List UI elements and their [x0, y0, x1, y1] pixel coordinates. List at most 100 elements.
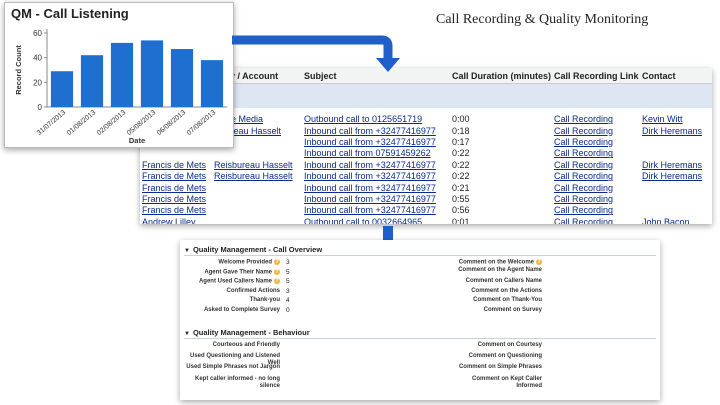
- help-icon[interactable]: ?: [274, 268, 280, 275]
- field-label-text: Kept caller informed - no long silence: [194, 376, 280, 389]
- cell-contact[interactable]: John Bacon: [640, 217, 712, 224]
- cell-user[interactable]: Francis de Mets: [140, 160, 212, 171]
- cell-contact[interactable]: Dirk Heremans: [640, 160, 712, 171]
- cell-link[interactable]: Call Recording: [552, 137, 640, 148]
- cell-contact[interactable]: Dirk Heremans: [640, 125, 712, 136]
- cell-duration: 0:22: [452, 171, 470, 182]
- cell-account[interactable]: [212, 148, 302, 159]
- cell-user[interactable]: Francis de Mets: [140, 205, 212, 216]
- cell-account[interactable]: [212, 194, 302, 205]
- help-icon[interactable]: ?: [536, 259, 542, 265]
- cell-user[interactable]: Andrew Lilley: [140, 217, 212, 224]
- comment-value[interactable]: [548, 288, 648, 295]
- cell-duration: 0:22: [452, 159, 470, 170]
- cell-link[interactable]: Call Recording: [552, 217, 640, 224]
- field-value-text: 4: [286, 297, 290, 305]
- help-icon[interactable]: ?: [274, 259, 280, 265]
- cell-link[interactable]: Call Recording: [552, 114, 640, 125]
- field-value[interactable]: 3: [286, 288, 290, 295]
- cell-contact[interactable]: [640, 148, 712, 159]
- comment-value[interactable]: [548, 278, 648, 285]
- cell-account[interactable]: [212, 182, 302, 193]
- cell-link[interactable]: Call Recording: [552, 160, 640, 171]
- cell-contact[interactable]: Kevin Witt: [640, 114, 712, 125]
- cell-contact[interactable]: [640, 205, 712, 216]
- cell-subject[interactable]: Outbound call to 0032664965: [302, 217, 450, 224]
- field-value[interactable]: 0: [286, 307, 290, 314]
- cell-account[interactable]: _: [212, 217, 302, 224]
- cell-subject[interactable]: Outbound call to 0125651719: [302, 114, 450, 125]
- cell-link[interactable]: Call Recording: [552, 125, 640, 136]
- comment-label-text: Comment on Survey: [483, 307, 542, 313]
- cell-user[interactable]: Francis de Mets: [140, 194, 212, 205]
- help-icon[interactable]: ?: [274, 278, 280, 285]
- cell-subject[interactable]: Inbound call from +32477416977: [302, 160, 450, 171]
- cell-duration: 0:01: [452, 216, 470, 224]
- cell-contact[interactable]: Dirk Heremans: [640, 171, 712, 182]
- cell-link[interactable]: Call Recording: [552, 171, 640, 182]
- section-divider: [184, 255, 656, 256]
- y-tick-label: 0: [38, 103, 43, 112]
- collapse-triangle-icon[interactable]: ▼: [184, 331, 190, 337]
- cell-subject[interactable]: Inbound call from +32477416977: [302, 182, 450, 193]
- x-tick-label: 31/07/2013: [36, 109, 67, 137]
- cell-subject[interactable]: Inbound call from +32477416977: [302, 171, 450, 182]
- comment-value[interactable]: [548, 353, 648, 360]
- column-header-duration[interactable]: Call Duration (minutes): [450, 68, 552, 84]
- bar: [110, 42, 134, 107]
- comment-value[interactable]: [548, 307, 648, 314]
- cell-subject[interactable]: Inbound call from 07591459262: [302, 148, 450, 159]
- comment-label-text: Comment on the Agent Name: [458, 266, 542, 273]
- comment-value[interactable]: [548, 376, 648, 383]
- section-behaviour-header[interactable]: ▼ Quality Management - Behaviour: [184, 328, 310, 337]
- comment-value[interactable]: [548, 259, 648, 266]
- cell-contact[interactable]: [640, 182, 712, 193]
- table-row: Francis de Mets Reisbureau Hasselt Inbound…: [140, 160, 712, 171]
- cell-link[interactable]: Call Recording: [552, 148, 640, 159]
- cell-duration: 0:21: [452, 182, 470, 193]
- field-value[interactable]: [286, 364, 326, 371]
- cell-link[interactable]: Call Recording: [552, 182, 640, 193]
- cell-user[interactable]: Francis de Mets: [140, 182, 212, 193]
- cell-link[interactable]: Call Recording: [552, 205, 640, 216]
- cell-contact[interactable]: [640, 194, 712, 205]
- comment-value[interactable]: [548, 297, 648, 304]
- field-value[interactable]: 5: [286, 278, 290, 285]
- cell-subject[interactable]: Inbound call from +32477416977: [302, 137, 450, 148]
- column-header-recording-link[interactable]: Call Recording Link: [552, 68, 640, 84]
- cell-contact[interactable]: [640, 137, 712, 148]
- field-value[interactable]: [286, 376, 326, 383]
- cell-account[interactable]: Reisbureau Hasselt: [212, 171, 302, 182]
- x-tick-label: 05/08/2013: [126, 109, 157, 137]
- comment-label: Comment on Callers Name: [446, 278, 542, 285]
- x-tick-label: 06/08/2013: [156, 109, 187, 137]
- field-value[interactable]: 4: [286, 297, 290, 304]
- column-header-contact[interactable]: Contact: [640, 68, 712, 84]
- cell-user[interactable]: [140, 148, 212, 159]
- field-value[interactable]: [286, 342, 326, 349]
- comment-value[interactable]: [548, 342, 648, 349]
- comment-label-text: Comment on the Actions: [471, 287, 542, 294]
- cell-subject[interactable]: Inbound call from +32477416977: [302, 125, 450, 136]
- collapse-triangle-icon[interactable]: ▼: [184, 248, 190, 254]
- cell-subject[interactable]: Inbound call from +32477416977: [302, 194, 450, 205]
- cell-duration: 0:00: [452, 114, 470, 125]
- cell-link[interactable]: Call Recording: [552, 194, 640, 205]
- section-call-overview-header[interactable]: ▼ Quality Management - Call Overview: [184, 245, 322, 254]
- field-label: Asked to Complete Survey: [184, 307, 280, 314]
- cell-duration: 0:55: [452, 193, 470, 204]
- field-label-text: Courteous and Friendly: [212, 342, 280, 348]
- cell-subject[interactable]: Inbound call from +32477416977: [302, 205, 450, 216]
- cell-user[interactable]: Francis de Mets: [140, 171, 212, 182]
- field-value-text: 3: [286, 287, 290, 295]
- field-label-text: Used Simple Phrases not Jargon: [186, 364, 280, 370]
- field-value[interactable]: 5: [286, 269, 290, 276]
- field-value[interactable]: [286, 353, 326, 360]
- cell-account[interactable]: [212, 205, 302, 216]
- section-behaviour-title: Quality Management - Behaviour: [192, 328, 310, 337]
- column-header-subject[interactable]: Subject: [302, 68, 450, 84]
- field-value[interactable]: 3: [286, 259, 290, 266]
- comment-value[interactable]: [548, 364, 648, 371]
- comment-value[interactable]: [548, 267, 648, 274]
- cell-account[interactable]: Reisbureau Hasselt: [212, 160, 302, 171]
